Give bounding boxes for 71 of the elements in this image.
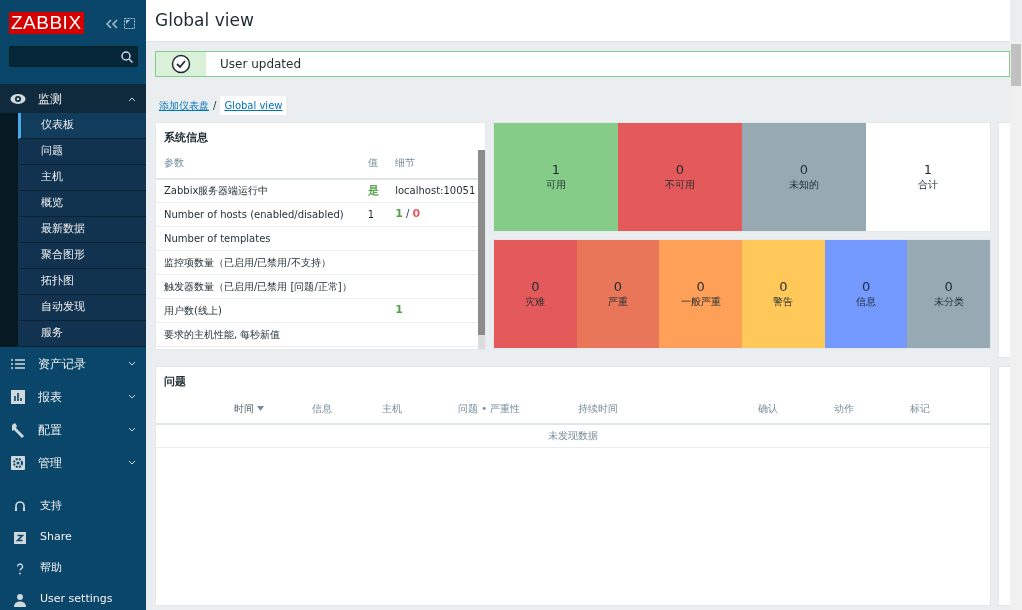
severity-tile[interactable]: 0 未分类 xyxy=(907,240,991,348)
message-text: User updated xyxy=(219,56,302,73)
submenu-item[interactable]: 仪表板 xyxy=(18,113,146,139)
table-cell: 是 xyxy=(367,183,379,197)
wrench-icon xyxy=(10,421,26,438)
submenu-item[interactable]: 最新数据 xyxy=(18,217,146,243)
column-header[interactable]: 时间 xyxy=(234,402,254,414)
search-field[interactable] xyxy=(9,46,138,67)
table-cell: 触发器数量（已启用/已禁用 [问题/正常]） xyxy=(156,274,360,299)
gear-icon xyxy=(10,454,26,471)
submenu-item[interactable]: 概览 xyxy=(18,191,146,217)
submenu-item[interactable]: 主机 xyxy=(18,165,146,191)
column-header[interactable]: 确认 xyxy=(758,402,778,414)
zabbix-logo[interactable]: ZABBIX xyxy=(9,12,84,34)
table-cell: Number of hosts (enabled/disabled) xyxy=(156,202,360,227)
menu-item[interactable]: 监测 xyxy=(0,84,146,113)
empty-message: 未发现数据 xyxy=(548,430,598,442)
column-header[interactable]: 持续时间 xyxy=(578,402,618,414)
table-cell: Number of templates xyxy=(156,226,360,251)
scrollbar[interactable] xyxy=(478,150,485,349)
table-cell: 要求的主机性能, 每秒新值 xyxy=(156,322,360,347)
severity-tile[interactable]: 0 一般严重 xyxy=(659,240,742,348)
table-cell: localhost:10051 xyxy=(395,185,476,197)
column-header[interactable]: 动作 xyxy=(834,402,854,414)
user-icon xyxy=(12,591,28,608)
menu-item[interactable]: 报表 xyxy=(0,380,146,413)
search-icon xyxy=(121,50,133,63)
column-header: 参数 xyxy=(156,152,360,179)
breadcrumb-separator: / xyxy=(213,99,217,113)
availability-tile[interactable]: 0 不可用 xyxy=(618,123,742,231)
menu-item[interactable]: 资产记录 xyxy=(0,347,146,380)
menu-item[interactable]: 帮助 xyxy=(0,553,146,584)
breadcrumb-link[interactable]: 添加仪表盘 xyxy=(159,98,209,113)
status-value: 1 xyxy=(395,303,403,317)
widget-title: 系统信息 xyxy=(163,130,209,146)
column-header[interactable]: 信息 xyxy=(312,402,332,414)
column-header[interactable]: 主机 xyxy=(382,402,402,414)
menu-item[interactable]: 配置 xyxy=(0,413,146,446)
availability-tile[interactable]: 1 可用 xyxy=(494,123,618,231)
submenu-item[interactable]: 拓扑图 xyxy=(18,269,146,295)
z-square-icon xyxy=(12,529,28,546)
submenu-item[interactable]: 聚合图形 xyxy=(18,243,146,269)
check-circle-icon xyxy=(171,54,191,74)
availability-tile[interactable]: 0 未知的 xyxy=(742,123,866,231)
severity-tile[interactable]: 0 警告 xyxy=(742,240,825,348)
menu-item[interactable]: Share xyxy=(0,522,146,553)
table-cell: 用户数(线上) xyxy=(156,298,360,323)
status-value: 1 xyxy=(395,207,403,221)
menu-item[interactable]: 管理 xyxy=(0,446,146,479)
breadcrumb-link[interactable]: Global view xyxy=(220,96,287,115)
submenu-item[interactable]: 服务 xyxy=(18,321,146,347)
severity-tile[interactable]: 0 信息 xyxy=(824,240,908,348)
scrollbar[interactable] xyxy=(1010,42,1022,610)
widget-title: 问题 xyxy=(163,374,187,390)
status-value: 0 xyxy=(412,207,421,221)
submenu-item[interactable]: 问题 xyxy=(18,139,146,165)
table-cell: Zabbix服务器端运行中 xyxy=(156,178,360,203)
severity-tile[interactable]: 0 灾难 xyxy=(494,240,577,348)
column-header[interactable]: 问题 • 严重性 xyxy=(458,402,521,414)
sort-down-icon xyxy=(257,406,265,411)
column-header: 值 xyxy=(359,152,388,179)
column-header[interactable]: 标记 xyxy=(910,402,930,414)
bar-chart-icon xyxy=(10,388,26,405)
submenu-item[interactable]: 自动发现 xyxy=(18,295,146,321)
table-cell: 1 xyxy=(367,209,375,220)
severity-tile[interactable]: 0 严重 xyxy=(576,240,660,348)
menu-item[interactable]: 支持 xyxy=(0,491,146,522)
menu-item[interactable]: User settings xyxy=(0,584,146,610)
table-cell-text: / xyxy=(405,208,411,220)
page-title: Global view xyxy=(155,8,254,32)
table-cell: 监控项数量（已启用/已禁用/不支持） xyxy=(156,250,360,275)
